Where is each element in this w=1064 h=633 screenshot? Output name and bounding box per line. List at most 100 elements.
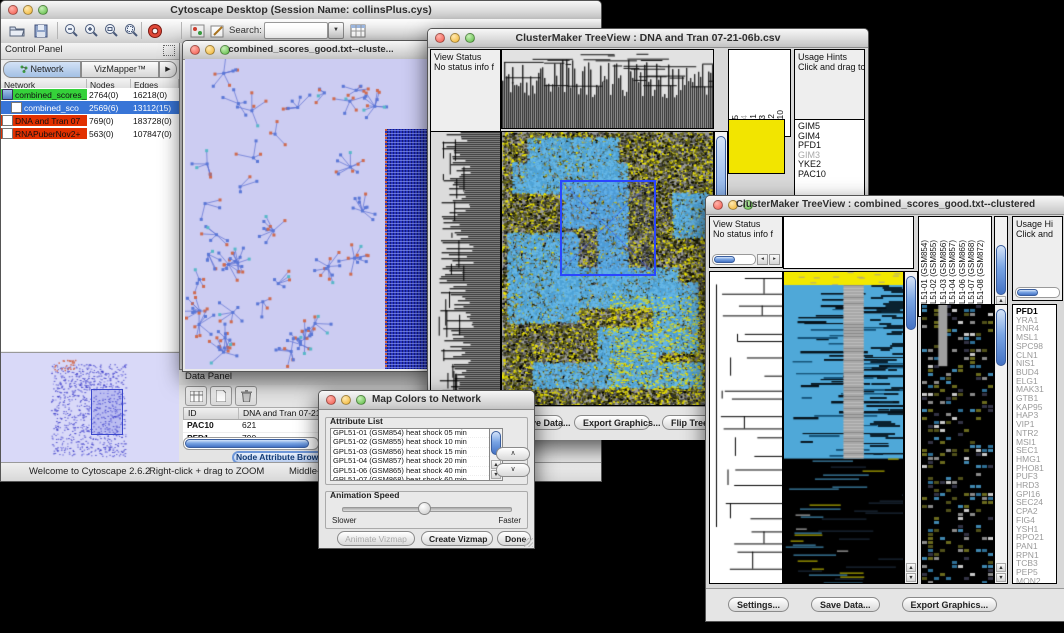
dense-network-block[interactable]: [385, 129, 432, 369]
network-table-row[interactable]: RNAPuberNov2+ 563(0) 107847(0): [1, 127, 179, 140]
document-icon: [2, 128, 13, 139]
tv2-column-labels[interactable]: GPL51-01 (GSM854)GPL51-02 (GSM855)GPL51-…: [918, 216, 992, 317]
resize-grip[interactable]: [524, 538, 533, 547]
scroll-left-arrow[interactable]: ◂: [757, 254, 768, 265]
edit-network-icon[interactable]: [207, 21, 227, 40]
tab-network[interactable]: Network: [3, 61, 81, 78]
map-colors-dialog: Map Colors to Network Attribute List GPL…: [318, 390, 535, 549]
network-table-row[interactable]: combined_sco 2569(6) 13112(15): [1, 101, 179, 114]
matrix-cell[interactable]: [729, 120, 738, 129]
speed-slider-thumb[interactable]: [418, 502, 431, 515]
tv2-collabel-scrollbar[interactable]: ▲ ▼: [994, 216, 1008, 317]
create-vizmap-button[interactable]: Create Vizmap: [421, 531, 493, 546]
tv2-status-scrollbar[interactable]: [712, 254, 756, 265]
treeview-dna-title: ClusterMaker TreeView : DNA and Tran 07-…: [428, 32, 868, 44]
zoom-in-icon[interactable]: [81, 21, 101, 40]
tv2-heatmap-vscrollbar[interactable]: ▲ ▼: [904, 271, 918, 584]
network-canvas[interactable]: [185, 59, 437, 369]
dialog-title: Map Colors to Network: [319, 394, 534, 405]
search-label: Search:: [229, 25, 262, 36]
tab-vizmapper[interactable]: VizMapper™: [81, 61, 159, 78]
folder-icon: [2, 89, 13, 100]
delete-attribute-trash-icon[interactable]: [235, 386, 257, 406]
birdseye-selection-rect[interactable]: [91, 389, 123, 435]
desktop: Cytoscape Desktop (Session Name: collins…: [0, 0, 1064, 633]
data-panel-hscrollbar[interactable]: [183, 437, 319, 450]
main-window-title: Cytoscape Desktop (Session Name: collins…: [1, 4, 601, 16]
float-panel-icon[interactable]: [163, 45, 175, 56]
tv1-usage-hints-panel: Usage HintsClick and drag tc: [794, 49, 865, 124]
scroll-down-arrow[interactable]: ▼: [906, 573, 916, 582]
tv2-action-button[interactable]: Save Data...: [811, 597, 880, 612]
tv2-zoom-heatmap[interactable]: [921, 304, 994, 584]
tv1-heatmap-selection[interactable]: [560, 180, 656, 276]
network-list[interactable]: combined_scores_ 2764(0) 16218(0) combin…: [1, 88, 179, 351]
tv2-global-heatmap[interactable]: [783, 271, 904, 584]
control-panel-tabs: Network VizMapper™ ▶: [1, 60, 179, 79]
attribute-select-icon[interactable]: [185, 386, 207, 406]
control-panel: Control Panel Network VizMapper™ ▶ Netwo…: [1, 43, 180, 463]
gene-label[interactable]: PAC10: [798, 170, 864, 180]
scroll-down-arrow[interactable]: ▼: [996, 573, 1006, 582]
vizmapper-icon[interactable]: [187, 21, 207, 40]
new-attribute-icon[interactable]: [210, 386, 232, 406]
open-folder-icon[interactable]: [7, 21, 27, 40]
birdseye-view[interactable]: [1, 352, 179, 463]
network-view-window: combined_scores_good.txt--cluste...: [182, 40, 440, 372]
zoom-out-icon[interactable]: [61, 21, 81, 40]
scroll-up-arrow[interactable]: ▲: [996, 563, 1006, 572]
tv1-global-heatmap[interactable]: [501, 131, 714, 406]
tv2-view-status-panel: View StatusNo status info f ◂▸: [709, 216, 783, 268]
tv2-action-button[interactable]: Export Graphics...: [902, 597, 998, 612]
move-down-button[interactable]: ∨: [496, 463, 530, 477]
control-panel-title: Control Panel: [1, 43, 179, 60]
annotation-lifebuoy-icon[interactable]: [145, 21, 165, 40]
treeview-combined-window: ClusterMaker TreeView : combined_scores_…: [705, 195, 1064, 622]
status-welcome: Welcome to Cytoscape 2.6.2: [29, 466, 150, 477]
tv2-column-dendrogram[interactable]: [783, 216, 914, 269]
tv1-export-graphics-button[interactable]: Export Graphics...: [574, 415, 650, 430]
network-view-title: combined_scores_good.txt--cluste...: [183, 44, 439, 55]
zoom-fit-icon[interactable]: [121, 21, 141, 40]
data-panel-title: Data Panel: [179, 370, 428, 385]
treeview-dna-titlebar[interactable]: ClusterMaker TreeView : DNA and Tran 07-…: [428, 29, 868, 48]
treeview-combined-title: ClusterMaker TreeView : combined_scores_…: [706, 199, 1064, 210]
save-icon[interactable]: [31, 21, 51, 40]
dialog-titlebar[interactable]: Map Colors to Network: [319, 391, 534, 410]
attribute-list-label: Attribute List: [330, 416, 383, 426]
document-icon: [11, 102, 22, 113]
attribute-list-item[interactable]: GPL51-07 (GSM868) heat shock 60 min: [331, 476, 489, 481]
tv2-action-button[interactable]: Settings...: [728, 597, 789, 612]
attribute-list[interactable]: GPL51-01 (GSM854) heat shock 05 minGPL51…: [330, 428, 490, 481]
tv1-column-dendrogram[interactable]: [501, 49, 714, 129]
scroll-right-arrow[interactable]: ▸: [769, 254, 780, 265]
zoom-one-to-one-icon[interactable]: [101, 21, 121, 40]
main-titlebar[interactable]: Cytoscape Desktop (Session Name: collins…: [1, 1, 601, 20]
network-table-row[interactable]: combined_scores_ 2764(0) 16218(0): [1, 88, 179, 101]
slower-label: Slower: [332, 516, 356, 525]
animate-vizmap-button[interactable]: Animate Vizmap: [337, 531, 415, 546]
faster-label: Faster: [498, 516, 521, 525]
tv2-button-bar: Settings... Save Data... Export Graphics..…: [706, 588, 1064, 621]
status-hint-middle: Middle-: [289, 466, 320, 477]
tab-overflow-arrow[interactable]: ▶: [159, 61, 177, 78]
import-table-icon[interactable]: [348, 21, 368, 40]
animation-speed-label: Animation Speed: [330, 490, 399, 500]
search-input[interactable]: [264, 22, 328, 39]
tv2-zoom-vscrollbar[interactable]: ▲ ▼: [994, 304, 1008, 584]
scroll-up-arrow[interactable]: ▲: [906, 563, 916, 572]
move-up-button[interactable]: ∧: [496, 447, 530, 461]
document-icon: [2, 115, 13, 126]
treeview-combined-titlebar[interactable]: ClusterMaker TreeView : combined_scores_…: [706, 196, 1064, 215]
search-dropdown-arrow[interactable]: ▼: [328, 22, 344, 39]
tv2-gene-list[interactable]: PFD1YRA1RNR4MSL1SPC98CLN1NIS1BUD4ELG1MAK…: [1012, 304, 1057, 584]
tv1-row-dendrogram[interactable]: [430, 131, 501, 406]
tv1-zoom-heatmap-matrix[interactable]: [728, 119, 785, 174]
network-view-titlebar[interactable]: combined_scores_good.txt--cluste...: [183, 41, 439, 60]
gene-label[interactable]: MON2: [1016, 577, 1056, 584]
tv2-row-dendrogram[interactable]: [709, 271, 783, 584]
animation-speed-group: Animation Speed Slower Faster: [325, 491, 528, 529]
status-hint-zoom: Right-click + drag to ZOOM: [149, 466, 264, 477]
tv2-usage-scrollbar[interactable]: [1015, 287, 1060, 298]
network-table-row[interactable]: DNA and Tran 07 769(0) 183728(0): [1, 114, 179, 127]
